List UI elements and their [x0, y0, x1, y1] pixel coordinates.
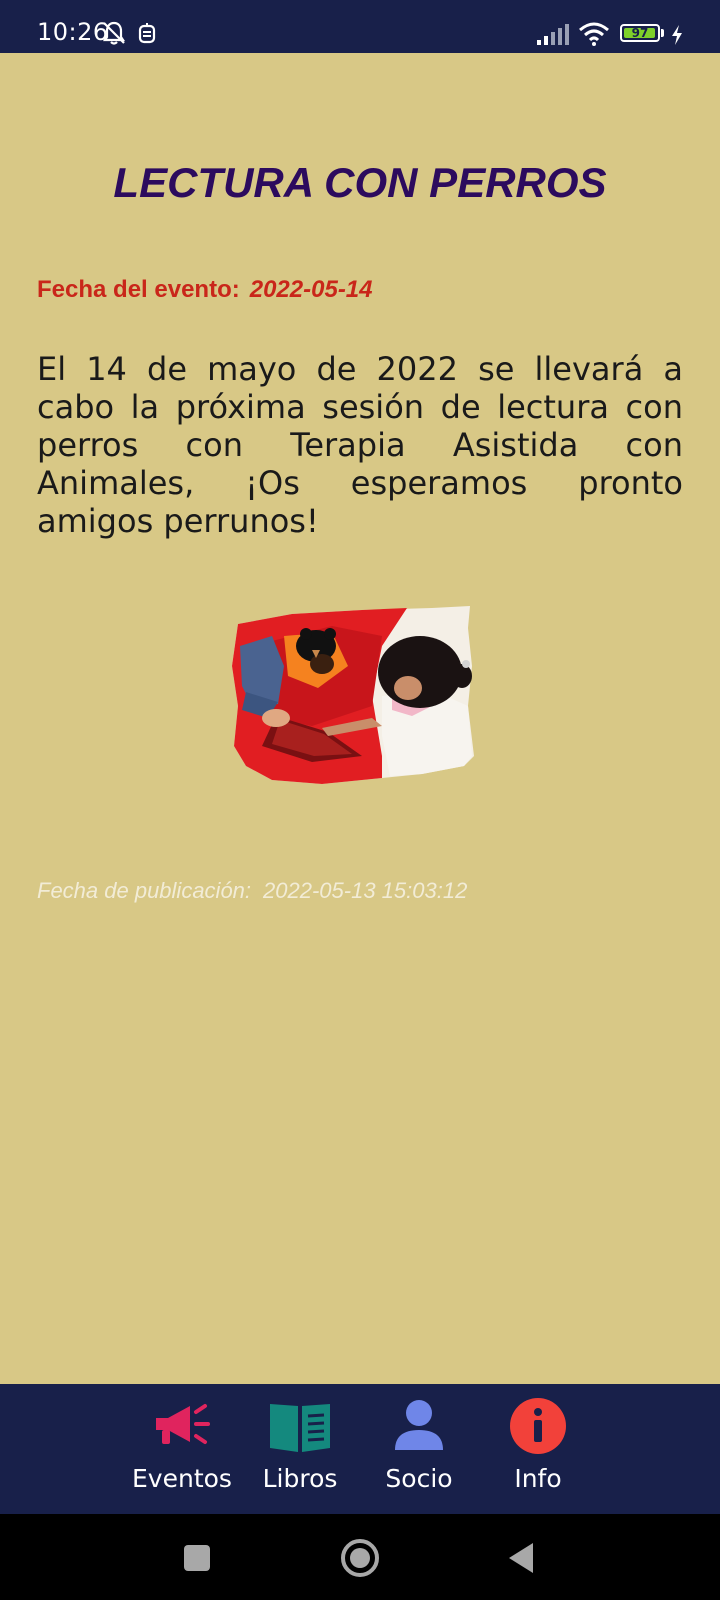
- bottom-navigation: Eventos Libros Socio Info: [0, 1384, 720, 1514]
- battery-cap: [661, 29, 664, 37]
- back-button[interactable]: [499, 1534, 547, 1582]
- event-date-value: 2022-05-14: [249, 276, 373, 303]
- megaphone-icon: [156, 1404, 210, 1444]
- nav-label-info: Info: [514, 1464, 562, 1493]
- publication-date: Fecha de publicación: 2022-05-13 15:03:12: [37, 878, 467, 904]
- nav-item-libros[interactable]: Libros: [245, 1384, 355, 1514]
- event-photo: [232, 606, 474, 784]
- status-bar: 10:26 97: [0, 0, 720, 53]
- info-icon: [510, 1398, 566, 1454]
- publication-date-value: 2022-05-13 15:03:12: [263, 878, 468, 903]
- person-icon: [395, 1400, 443, 1450]
- status-time: 10:26: [37, 18, 109, 46]
- wifi-icon: [579, 22, 609, 46]
- event-date: Fecha del evento: 2022-05-14: [37, 276, 373, 304]
- bell-off-icon: [102, 21, 126, 45]
- event-title: LECTURA CON PERROS: [113, 159, 607, 206]
- book-icon: [270, 1404, 330, 1452]
- signal-icon: [537, 24, 569, 45]
- system-navigation-bar: [0, 1514, 720, 1600]
- charging-icon: [672, 25, 682, 45]
- recents-button[interactable]: [173, 1534, 221, 1582]
- battery-icon: 97: [620, 24, 660, 42]
- nav-label-socio: Socio: [385, 1464, 453, 1493]
- publication-date-label: Fecha de publicación:: [37, 878, 252, 903]
- event-date-label: Fecha del evento:: [37, 276, 240, 303]
- nav-item-eventos[interactable]: Eventos: [127, 1384, 237, 1514]
- nav-item-info[interactable]: Info: [483, 1384, 593, 1514]
- nav-item-socio[interactable]: Socio: [364, 1384, 474, 1514]
- nav-label-libros: Libros: [262, 1464, 338, 1493]
- battery-level: 97: [631, 26, 649, 40]
- device-icon: [138, 23, 156, 44]
- home-button[interactable]: [336, 1534, 384, 1582]
- nav-label-eventos: Eventos: [132, 1464, 232, 1493]
- event-description: El 14 de mayo de 2022 se llevará a cabo …: [37, 350, 683, 540]
